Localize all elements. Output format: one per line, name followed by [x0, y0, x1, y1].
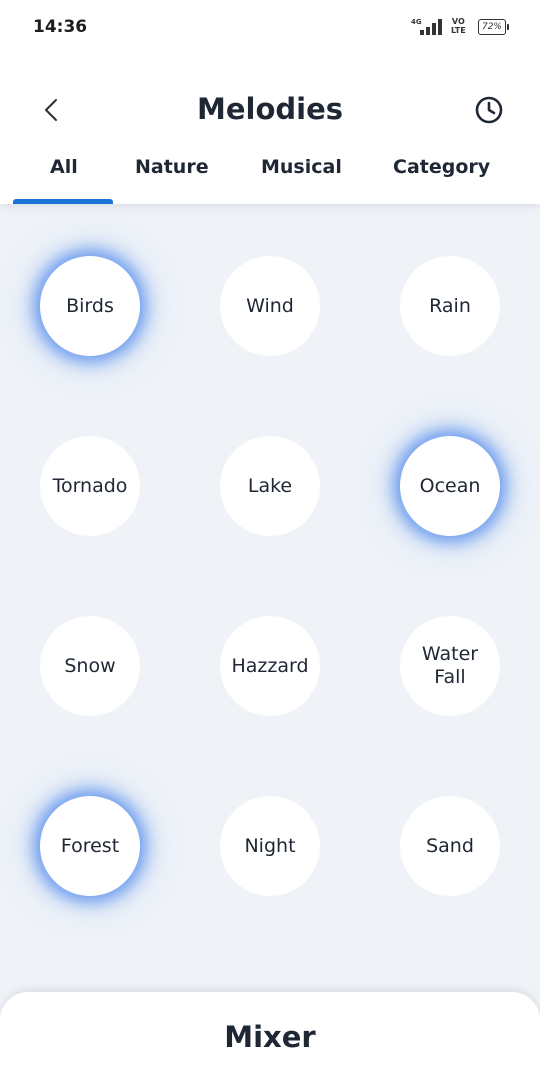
active-tab-indicator: [13, 199, 113, 204]
volte-indicator: VO LTE: [451, 17, 466, 35]
mixer-title: Mixer: [224, 1020, 316, 1054]
sound-tornado[interactable]: Tornado: [40, 436, 140, 536]
signal-icon: [420, 19, 442, 35]
tab-category[interactable]: Category: [393, 156, 490, 178]
status-time: 14:36: [33, 17, 88, 37]
sound-wind[interactable]: Wind: [220, 256, 320, 356]
sound-label: Sand: [426, 834, 474, 857]
melodies-screen: 14:36 4G VO LTE 72% Melodies All Nature …: [0, 0, 540, 1080]
category-tabs: All Nature Musical Category: [0, 148, 540, 204]
sound-label: Birds: [66, 294, 114, 317]
sound-label: Wind: [246, 294, 294, 317]
sound-sand[interactable]: Sand: [400, 796, 500, 896]
sound-ocean[interactable]: Ocean: [400, 436, 500, 536]
tab-all[interactable]: All: [50, 156, 78, 178]
status-bar: 14:36 4G VO LTE 72%: [0, 0, 540, 56]
battery-level: 72%: [481, 22, 502, 32]
mixer-panel[interactable]: Mixer: [0, 992, 540, 1080]
history-button[interactable]: [470, 91, 508, 129]
sound-lake[interactable]: Lake: [220, 436, 320, 536]
battery-icon: 72%: [478, 19, 509, 35]
sound-label: Ocean: [419, 474, 481, 497]
sound-label: Rain: [429, 294, 471, 317]
sound-label: Forest: [60, 834, 120, 857]
tab-nature[interactable]: Nature: [135, 156, 209, 178]
sound-water-fall[interactable]: Water Fall: [400, 616, 500, 716]
sound-grid: Birds Wind Rain Tornado Lake Ocean Snow …: [0, 204, 540, 994]
clock-icon: [475, 96, 503, 124]
volte-top: VO: [451, 17, 465, 26]
sound-forest[interactable]: Forest: [40, 796, 140, 896]
page-title: Melodies: [196, 92, 344, 126]
sound-label: Snow: [64, 654, 116, 677]
header: 14:36 4G VO LTE 72% Melodies All Nature …: [0, 0, 540, 204]
sound-snow[interactable]: Snow: [40, 616, 140, 716]
sound-hazzard[interactable]: Hazzard: [220, 616, 320, 716]
sound-label: Hazzard: [231, 654, 309, 677]
sound-label: Tornado: [52, 474, 128, 497]
tab-musical[interactable]: Musical: [261, 156, 342, 178]
sound-night[interactable]: Night: [220, 796, 320, 896]
sound-label: Night: [244, 834, 296, 857]
sound-rain[interactable]: Rain: [400, 256, 500, 356]
sound-label: Water Fall: [421, 643, 479, 688]
sound-birds[interactable]: Birds: [40, 256, 140, 356]
sound-label: Lake: [247, 474, 293, 497]
volte-bottom: LTE: [451, 26, 466, 35]
